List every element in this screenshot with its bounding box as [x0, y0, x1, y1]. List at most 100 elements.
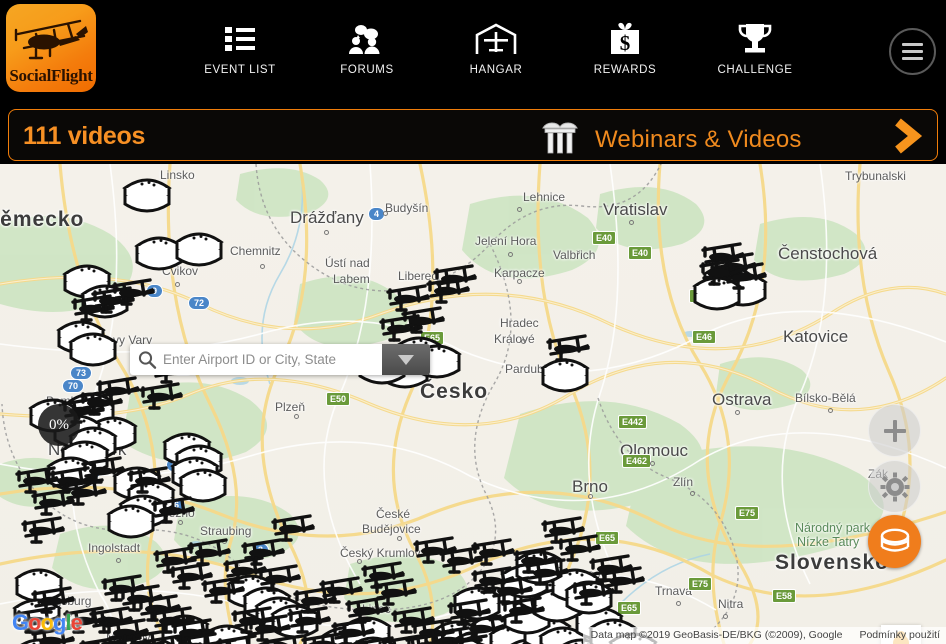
- airport-search-box[interactable]: [130, 344, 430, 375]
- gear-icon: [880, 472, 909, 501]
- google-logo[interactable]: Google: [12, 610, 83, 636]
- airplane-marker-icon[interactable]: [545, 332, 591, 371]
- event-cluster-marker-icon[interactable]: [120, 174, 174, 219]
- airplane-marker-icon[interactable]: [110, 276, 156, 315]
- map-city-dot: [828, 408, 833, 413]
- event-cluster-marker-icon[interactable]: [66, 328, 120, 373]
- socialflight-app: SocialFlight EVENT LIST FORUMS HANGAR $ …: [0, 0, 946, 644]
- svg-text:$: $: [620, 31, 631, 55]
- app-header: SocialFlight EVENT LIST FORUMS HANGAR $ …: [0, 0, 946, 105]
- google-logo-letter: o: [28, 610, 41, 635]
- google-logo-letter: o: [40, 610, 54, 635]
- airplane-marker-icon[interactable]: [446, 632, 492, 644]
- map-road-shield: E75: [735, 506, 760, 520]
- trophy-icon: [690, 18, 820, 60]
- list-icon: [175, 18, 305, 60]
- airplane-marker-icon[interactable]: [138, 380, 184, 419]
- map-city-dot: [324, 230, 329, 235]
- layers-stack-icon: [880, 528, 909, 552]
- map-road-shield: E50: [326, 392, 351, 406]
- primary-nav: EVENT LIST FORUMS HANGAR $ REWARDS CHALL…: [150, 18, 880, 88]
- nav-item-forums[interactable]: FORUMS: [302, 18, 432, 76]
- map-city-dot: [735, 410, 740, 415]
- nav-item-forums-label: FORUMS: [340, 64, 394, 76]
- gift-dollar-icon: $: [560, 18, 690, 60]
- google-logo-letter: g: [53, 610, 66, 635]
- hamburger-menu-button[interactable]: [889, 28, 936, 75]
- airplane-marker-icon[interactable]: [270, 512, 316, 551]
- map-city-dot: [397, 536, 402, 541]
- event-cluster-marker-icon[interactable]: [172, 228, 226, 273]
- airplane-marker-icon[interactable]: [215, 632, 261, 644]
- airplane-marker-icon[interactable]: [600, 564, 646, 603]
- biplane-icon: [14, 19, 88, 60]
- promo-banner-title: Webinars & Videos: [595, 125, 802, 153]
- add-event-button[interactable]: [868, 404, 921, 457]
- nav-item-event-list-label: EVENT LIST: [204, 64, 276, 76]
- map-city-dot: [690, 491, 695, 496]
- airplane-marker-icon[interactable]: [438, 544, 484, 583]
- map-layers-button[interactable]: [868, 515, 921, 568]
- map-road-shield: E462: [622, 454, 652, 468]
- map-road-shield: E58: [772, 589, 797, 603]
- map-city-dot: [260, 264, 265, 269]
- airplane-marker-icon[interactable]: [698, 256, 744, 295]
- map-road-shield: E40: [592, 231, 617, 245]
- map-attribution: Data map ©2019 GeoBasis-DE/BKG (©2009), …: [582, 627, 946, 644]
- map-city-dot: [517, 279, 522, 284]
- chevron-down-icon: [398, 354, 414, 365]
- people-chat-icon: [302, 18, 432, 60]
- map-city-dot: [175, 282, 180, 287]
- map-city-dot: [521, 339, 526, 344]
- video-count-label: 111 videos: [23, 122, 146, 150]
- hangar-plane-icon: [431, 18, 561, 60]
- google-logo-letter: e: [70, 610, 83, 635]
- map-road-shield: E40: [628, 246, 653, 260]
- map-road-shield: E46: [692, 330, 717, 344]
- airplane-marker-icon[interactable]: [20, 514, 66, 553]
- map-city-dot: [294, 414, 299, 419]
- hamburger-icon: [902, 43, 923, 46]
- airplane-marker-icon[interactable]: [14, 464, 60, 503]
- nav-item-hangar-label: HANGAR: [469, 64, 523, 76]
- airplane-marker-icon[interactable]: [95, 374, 141, 413]
- map-city-dot: [629, 220, 634, 225]
- search-input[interactable]: [157, 351, 382, 368]
- promo-banner-center: Webinars & Videos: [539, 118, 802, 161]
- map-city-dot: [676, 601, 681, 606]
- nav-item-challenge[interactable]: CHALLENGE: [690, 18, 820, 76]
- map-road-shield: E75: [688, 577, 713, 591]
- search-dropdown-button[interactable]: [382, 344, 430, 375]
- airplane-marker-icon[interactable]: [500, 594, 546, 633]
- airplane-marker-icon[interactable]: [80, 454, 126, 493]
- map-city-dot: [588, 494, 593, 499]
- airplane-marker-icon[interactable]: [432, 262, 478, 301]
- promo-banner-inner[interactable]: 111 videos Webinars & Videos: [8, 109, 938, 161]
- socialflight-logo[interactable]: SocialFlight: [6, 4, 96, 92]
- nav-item-hangar[interactable]: HANGAR: [431, 18, 561, 76]
- nav-item-event-list[interactable]: EVENT LIST: [175, 18, 305, 76]
- map-city-dot: [650, 461, 655, 466]
- map-city-dot: [383, 211, 388, 216]
- map-city-dot: [116, 558, 121, 563]
- airplane-marker-icon[interactable]: [126, 464, 172, 503]
- logo-text: SocialFlight: [9, 66, 93, 85]
- promo-banner: 111 videos Webinars & Videos: [0, 106, 946, 164]
- loading-progress-badge: 0%: [38, 404, 80, 446]
- nav-item-rewards-label: REWARDS: [593, 64, 657, 76]
- nav-item-challenge-label: CHALLENGE: [717, 64, 793, 76]
- map-settings-button[interactable]: [868, 460, 921, 513]
- terms-of-use-link[interactable]: Podmínky použití: [859, 629, 940, 641]
- google-logo-letter: G: [12, 610, 29, 635]
- chevron-right-icon: [895, 118, 923, 154]
- airplane-marker-icon[interactable]: [400, 304, 446, 343]
- promo-banner-next-button[interactable]: [887, 117, 927, 155]
- nav-item-rewards[interactable]: $ REWARDS: [560, 18, 690, 76]
- film-projector-icon: [539, 118, 581, 161]
- plus-circle-icon: [883, 419, 906, 442]
- map-canvas[interactable]: NěmeckoLinskoDrážďanyBudyšínLehniceVrati…: [0, 164, 946, 644]
- map-city-dot: [517, 207, 522, 212]
- map-city-dot: [508, 252, 513, 257]
- map-city-dot: [723, 614, 728, 619]
- search-icon: [138, 350, 157, 369]
